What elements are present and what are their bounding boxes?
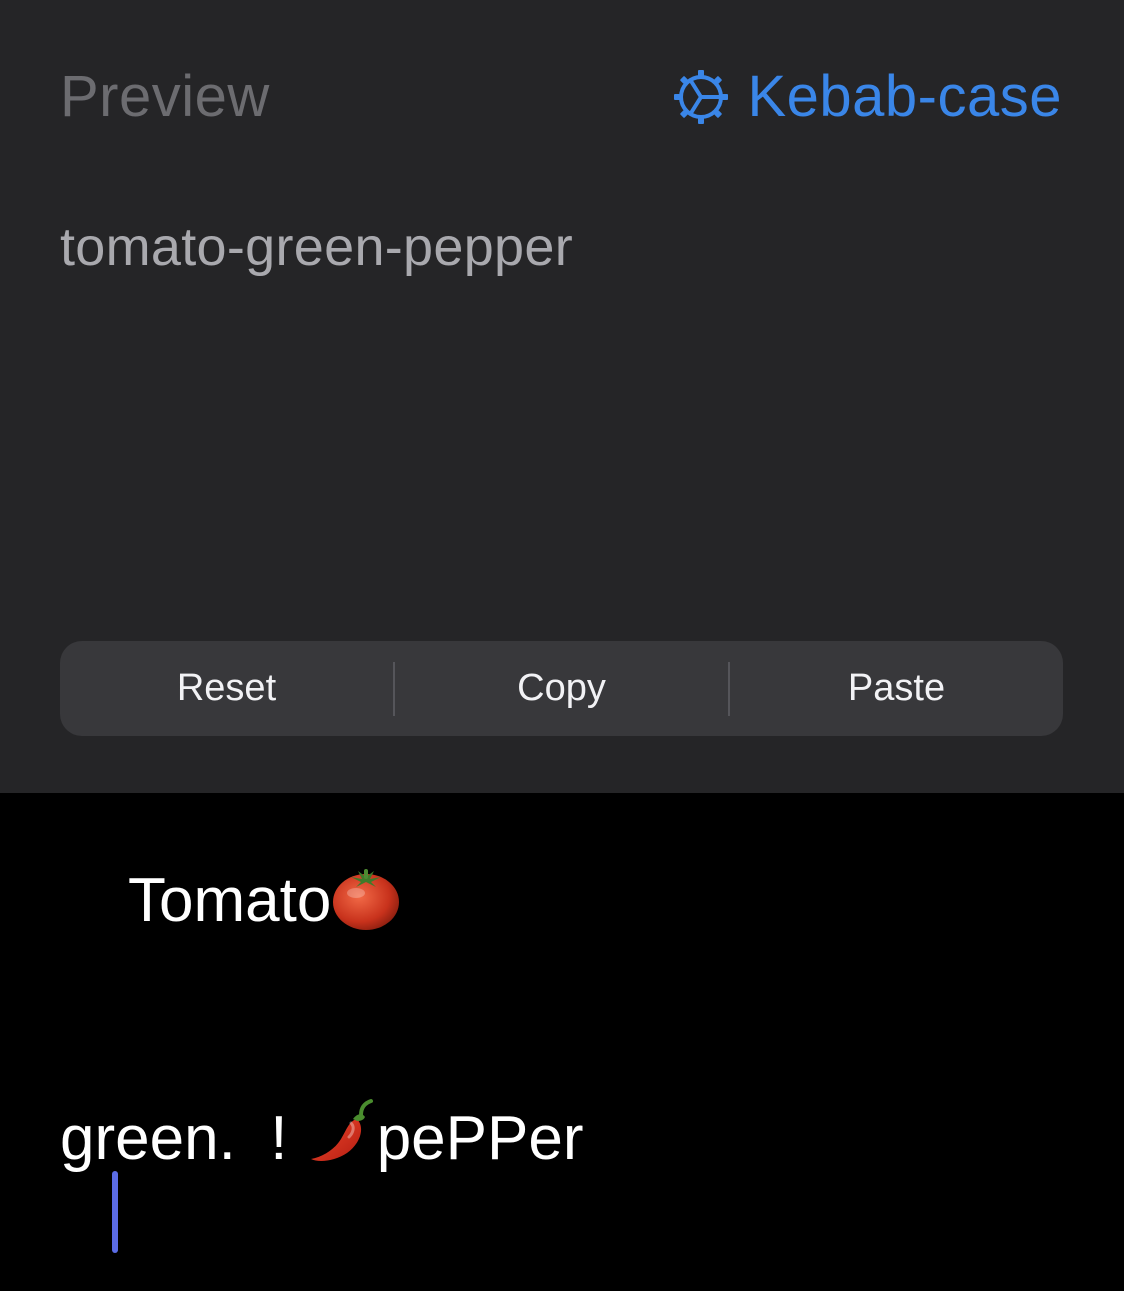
preview-output: tomato-green-pepper	[60, 217, 574, 277]
action-bar: Reset Copy Paste	[60, 641, 1063, 736]
page-title: Preview	[60, 64, 270, 129]
text-caret	[112, 1171, 118, 1253]
text-editor[interactable]: Tomato green. ! pePPer	[0, 793, 1124, 1291]
paste-button[interactable]: Paste	[730, 641, 1063, 736]
copy-button[interactable]: Copy	[395, 641, 728, 736]
gear-icon	[674, 70, 729, 124]
editor-line-2-text-b: pePPer	[376, 1104, 584, 1173]
hot-pepper-emoji	[310, 1099, 373, 1161]
editor-line-2-text-a: green. !	[60, 1104, 305, 1173]
case-mode-label: Kebab-case	[747, 64, 1062, 129]
reset-button[interactable]: Reset	[60, 641, 393, 736]
editor-line-1: Tomato	[128, 863, 401, 939]
tomato-emoji	[333, 869, 400, 930]
case-mode-button[interactable]: Kebab-case	[671, 62, 1062, 132]
preview-panel: Preview Kebab-case tomato-green-pepper R…	[0, 0, 1124, 793]
editor-line-1-text: Tomato	[128, 866, 332, 935]
editor-line-2: green. ! pePPer	[60, 1097, 584, 1177]
